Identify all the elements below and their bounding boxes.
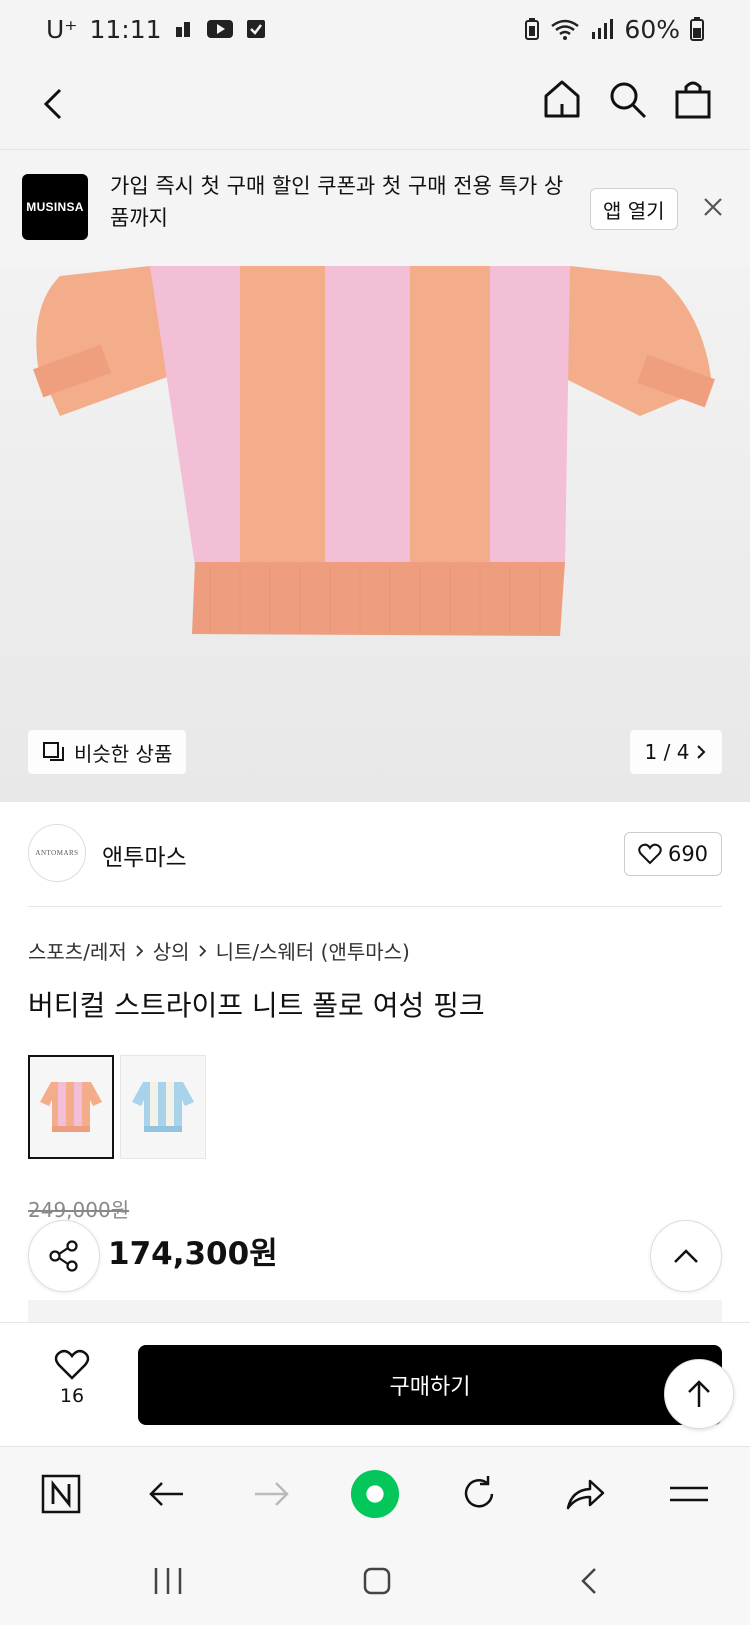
checkbox-icon [246,20,265,38]
color-option-blue[interactable] [120,1055,206,1159]
brand-avatar[interactable]: ANTOMARS [28,824,86,882]
battery-saver-icon [525,18,540,40]
chevron-right-icon [198,944,206,957]
back-arrow-icon[interactable] [142,1469,192,1519]
battery-icon [690,17,704,41]
similar-products-label: 비슷한 상품 [74,741,173,766]
info-strip [28,1300,722,1322]
purchase-bar: 16 구매하기 [0,1322,750,1446]
search-icon[interactable] [608,80,648,120]
cell-signal-icon [592,19,614,39]
sale-price: 174,300원 [108,1236,278,1272]
like-count: 690 [667,842,709,866]
breadcrumb: 스포츠/레저 상의 니트/스웨터 (앤투마스) [28,936,410,965]
blue-shirt-thumbnail [132,1082,194,1132]
banner-message: 가입 즉시 첫 구매 할인 쿠폰과 첫 구매 전용 특가 상품까지 [110,174,564,230]
original-price: 249,000원 [28,1198,130,1222]
system-navigation-bar [0,1538,750,1625]
copy-squares-icon [43,742,64,761]
naver-n-icon[interactable] [36,1469,86,1519]
share-arrow-icon[interactable] [560,1469,610,1519]
product-photo [33,266,715,636]
youtube-icon [206,20,233,38]
app-install-banner: MUSINSA 가입 즉시 첫 구매 할인 쿠폰과 첫 구매 전용 특가 상품까… [0,150,750,266]
clock: 11:11 [89,14,162,44]
heart-icon [638,843,662,865]
green-dot-icon[interactable] [350,1469,400,1519]
scroll-top-button[interactable] [664,1359,734,1429]
brand-like-button[interactable]: 690 [624,832,722,876]
brand-row: ANTOMARS 앤투마스 690 [0,802,750,907]
color-option-pink[interactable] [28,1055,114,1159]
product-title: 버티컬 스트라이프 니트 폴로 여성 핑크 [28,989,485,1022]
brand-name[interactable]: 앤투마스 [102,838,187,872]
refresh-icon[interactable] [454,1469,504,1519]
wishlist-count: 16 [59,1385,85,1407]
breadcrumb-item[interactable]: 니트/스웨터 (앤투마스) [216,936,410,965]
chevron-right-icon [697,745,706,759]
share-button[interactable] [28,1220,100,1292]
chevron-up-icon [674,1249,698,1263]
arrow-up-icon [688,1380,710,1407]
divider [28,906,722,907]
chevron-right-icon [136,944,144,957]
open-app-button[interactable]: 앱 열기 [590,188,678,230]
signal-app-icon [175,22,190,37]
share-icon [49,1240,78,1272]
top-nav [0,58,750,150]
product-image-gallery[interactable]: 비슷한 상품 1 / 4 [0,266,750,802]
musinsa-logo: MUSINSA [22,174,88,240]
shopping-bag-icon[interactable] [674,78,712,120]
forward-arrow-icon[interactable] [246,1469,296,1519]
image-pager[interactable]: 1 / 4 [630,730,722,774]
color-options [28,1055,206,1159]
breadcrumb-item[interactable]: 스포츠/레저 [28,936,127,965]
close-icon[interactable] [702,196,724,218]
system-back-icon[interactable] [578,1566,600,1596]
similar-products-button[interactable]: 비슷한 상품 [28,730,187,774]
breadcrumb-item[interactable]: 상의 [153,936,190,965]
browser-toolbar [0,1446,750,1538]
menu-icon[interactable] [664,1469,714,1519]
home-button-icon[interactable] [362,1566,392,1596]
wifi-icon [551,19,580,40]
heart-icon [54,1349,90,1380]
pager-text: 1 / 4 [644,740,690,764]
battery-percent: 60% [624,14,680,44]
home-icon[interactable] [542,78,582,120]
recent-apps-icon[interactable] [152,1566,184,1596]
collapse-button[interactable] [650,1220,722,1292]
status-bar: U⁺ 11:11 60% [0,0,750,58]
pink-shirt-thumbnail [40,1082,102,1132]
buy-button[interactable]: 구매하기 [138,1345,722,1425]
wishlist-button[interactable]: 16 [44,1349,100,1407]
back-chevron-icon[interactable] [34,82,78,126]
carrier-label: U⁺ [46,14,78,44]
